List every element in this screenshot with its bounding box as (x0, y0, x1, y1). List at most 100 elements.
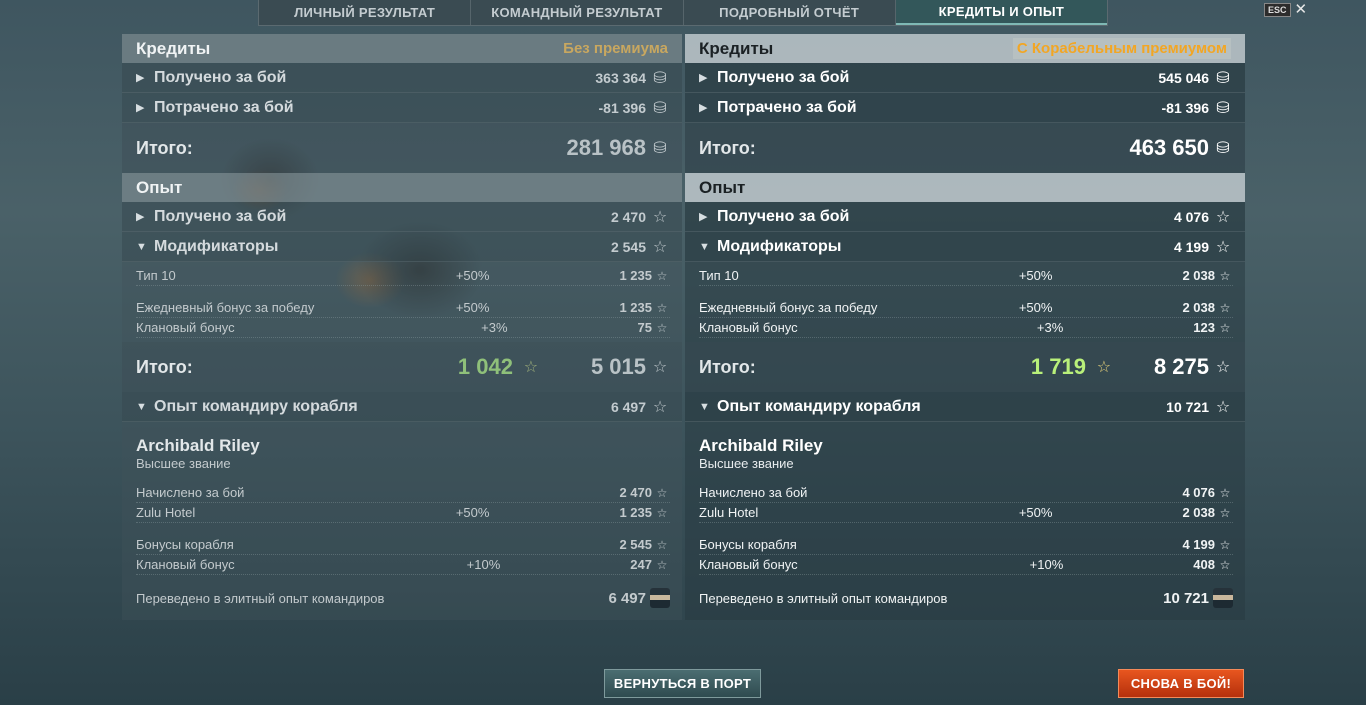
modifiers-value: 4 199 (1173, 238, 1209, 255)
exp-title: Опыт (136, 177, 183, 197)
tab-team-result[interactable]: КОМАНДНЫЙ РЕЗУЛЬТАТ (471, 0, 684, 25)
commander-item-name: Zulu Hotel (136, 505, 196, 520)
commander-exp-label: Опыт командиру корабля (717, 397, 921, 415)
collapse-arrow-icon[interactable]: ▼ (136, 241, 147, 253)
modifier-value: 75 (637, 320, 652, 335)
free-exp-total: 1 719 (1030, 354, 1086, 379)
free-exp-total: 1 042 (457, 354, 513, 379)
modifier-item: Ежедневный бонус за победу +50% 1 235 ☆ (136, 298, 670, 318)
modifiers-row[interactable]: ▼ Модификаторы 2 545 ☆ (122, 232, 682, 262)
commander-exp-row[interactable]: ▼ Опыт командиру корабля 10 721 ☆ (685, 392, 1245, 422)
credits-total-value: 463 650 (1129, 135, 1209, 160)
star-icon: ☆ (1219, 505, 1231, 520)
credits-spent-value: -81 396 (598, 99, 646, 116)
star-icon: ☆ (1219, 537, 1231, 552)
commander-details: Archibald Riley Высшее звание Начислено … (685, 422, 1245, 620)
exp-total-value: 8 275 (1153, 354, 1209, 379)
credits-earned-row[interactable]: ▶ Получено за бой 363 364 ⛁ (122, 63, 682, 93)
elite-exp-row: Переведено в элитный опыт командиров 10 … (699, 587, 1233, 609)
modifier-value: 1 235 (619, 300, 652, 315)
expand-arrow-icon[interactable]: ▶ (699, 101, 709, 114)
modifiers-list: Тип 10 +50% 2 038 ☆ Ежедневный бонус за … (685, 262, 1245, 342)
exp-total-label: Итого: (136, 356, 193, 377)
credits-title: Кредиты (136, 38, 211, 58)
exp-earned-label: Получено за бой (154, 207, 287, 225)
credits-earned-value: 545 046 (1158, 69, 1209, 86)
collapse-arrow-icon[interactable]: ▼ (699, 401, 710, 413)
exp-header: Опыт (122, 173, 682, 202)
expand-arrow-icon[interactable]: ▶ (136, 71, 146, 84)
credits-earned-label: Получено за бой (717, 68, 850, 86)
close-icon[interactable]: ✕ (1295, 2, 1308, 17)
commander-item-name: Начислено за бой (136, 485, 245, 500)
exp-earned-value: 2 470 (610, 208, 646, 225)
credits-spent-row[interactable]: ▶ Потрачено за бой -81 396 ⛁ (685, 93, 1245, 123)
tab-detailed-report[interactable]: ПОДРОБНЫЙ ОТЧЁТ (684, 0, 896, 25)
esc-key-icon[interactable]: ESC (1264, 3, 1291, 17)
modifiers-label: Модификаторы (717, 237, 842, 255)
elite-exp-row: Переведено в элитный опыт командиров 6 4… (136, 587, 670, 609)
commander-item: Бонусы корабля 2 545 ☆ (136, 535, 670, 555)
exp-total-label: Итого: (699, 356, 756, 377)
modifier-item: Тип 10 +50% 1 235 ☆ (136, 266, 670, 286)
star-icon: ☆ (656, 537, 668, 552)
star-icon: ☆ (1215, 398, 1231, 416)
modifier-percent: +50% (455, 300, 490, 315)
exp-total-row: Итого: 1 042 ☆ 5 015 ☆ (122, 342, 682, 392)
commander-item-value: 4 076 (1182, 485, 1215, 500)
gold-star-icon: ☆ (1096, 359, 1112, 376)
star-icon: ☆ (656, 557, 668, 572)
star-icon: ☆ (652, 238, 668, 256)
star-icon: ☆ (656, 485, 668, 500)
modifier-name: Ежедневный бонус за победу (136, 300, 315, 315)
star-icon: ☆ (656, 300, 668, 315)
credits-spent-row[interactable]: ▶ Потрачено за бой -81 396 ⛁ (122, 93, 682, 123)
star-icon: ☆ (652, 359, 668, 376)
star-icon: ☆ (1215, 208, 1231, 226)
commander-item: Бонусы корабля 4 199 ☆ (699, 535, 1233, 555)
commander-details: Archibald Riley Высшее звание Начислено … (122, 422, 682, 620)
expand-arrow-icon[interactable]: ▶ (699, 210, 709, 223)
credits-total-value: 281 968 (566, 135, 646, 160)
tab-personal-result[interactable]: ЛИЧНЫЙ РЕЗУЛЬТАТ (259, 0, 472, 25)
commander-item-percent: +10% (1029, 557, 1064, 572)
commander-item-value: 408 (1193, 557, 1215, 572)
star-icon: ☆ (656, 320, 668, 335)
credits-total-label: Итого: (699, 137, 756, 158)
expand-arrow-icon[interactable]: ▶ (136, 210, 146, 223)
star-icon: ☆ (1215, 238, 1231, 256)
commander-exp-row[interactable]: ▼ Опыт командиру корабля 6 497 ☆ (122, 392, 682, 422)
modifier-name: Ежедневный бонус за победу (699, 300, 878, 315)
commander-item: Zulu Hotel +50% 1 235 ☆ (136, 503, 670, 523)
commander-item-name: Начислено за бой (699, 485, 808, 500)
expand-arrow-icon[interactable]: ▶ (699, 71, 709, 84)
commander-item: Начислено за бой 2 470 ☆ (136, 483, 670, 503)
star-icon: ☆ (1219, 268, 1231, 283)
return-to-port-button[interactable]: ВЕРНУТЬСЯ В ПОРТ (604, 669, 761, 698)
credits-earned-row[interactable]: ▶ Получено за бой 545 046 ⛁ (685, 63, 1245, 93)
star-icon: ☆ (1219, 300, 1231, 315)
elite-exp-label: Переведено в элитный опыт командиров (699, 590, 948, 606)
tab-credits-and-exp[interactable]: КРЕДИТЫ И ОПЫТ (895, 0, 1107, 25)
coin-stack-icon: ⛁ (1216, 69, 1230, 87)
elite-exp-label: Переведено в элитный опыт командиров (136, 590, 385, 606)
credits-total-row: Итого: 463 650 ⛁ (685, 123, 1245, 173)
modifiers-value: 2 545 (610, 238, 646, 255)
exp-earned-row[interactable]: ▶ Получено за бой 4 076 ☆ (685, 202, 1245, 232)
commander-avatar-icon (650, 588, 670, 608)
star-icon: ☆ (652, 208, 668, 226)
close-control[interactable]: ESC ✕ (1264, 2, 1308, 17)
modifier-name: Клановый бонус (699, 320, 798, 335)
expand-arrow-icon[interactable]: ▶ (136, 101, 146, 114)
battle-again-button[interactable]: СНОВА В БОЙ! (1118, 669, 1244, 698)
exp-earned-label: Получено за бой (717, 207, 850, 225)
commander-name: Archibald Riley (699, 436, 823, 455)
collapse-arrow-icon[interactable]: ▼ (699, 241, 710, 253)
modifier-percent: +3% (1036, 320, 1064, 335)
modifiers-row[interactable]: ▼ Модификаторы 4 199 ☆ (685, 232, 1245, 262)
credits-spent-label: Потрачено за бой (154, 98, 294, 116)
exp-earned-row[interactable]: ▶ Получено за бой 2 470 ☆ (122, 202, 682, 232)
credits-title: Кредиты (699, 38, 774, 58)
collapse-arrow-icon[interactable]: ▼ (136, 401, 147, 413)
commander-rank: Высшее звание (136, 456, 231, 471)
